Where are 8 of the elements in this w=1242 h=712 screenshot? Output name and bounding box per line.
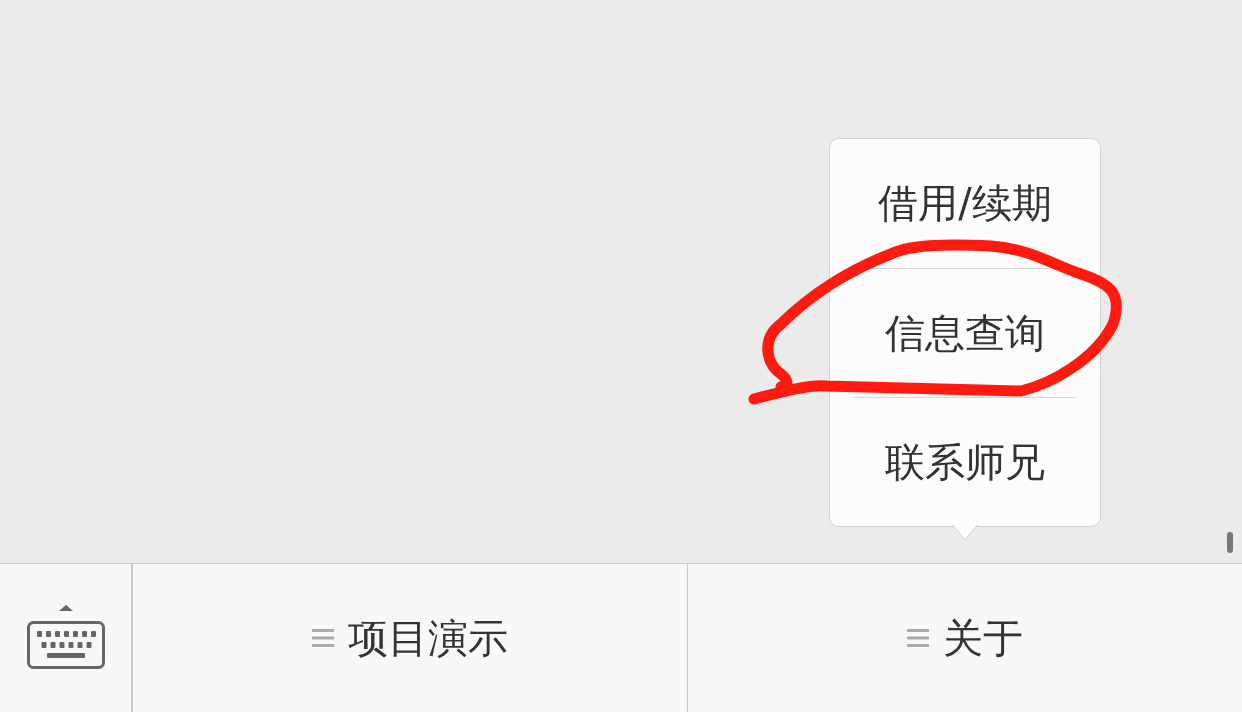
menu-item[interactable]: 借用/续期 xyxy=(854,139,1076,268)
menu-item[interactable]: 信息查询 xyxy=(854,268,1076,397)
scroll-indicator xyxy=(1227,532,1233,553)
menu-icon xyxy=(907,629,929,647)
menu-tab[interactable]: 项目演示 xyxy=(302,604,518,672)
menu-tab[interactable]: 关于 xyxy=(897,604,1033,672)
keyboard-icon xyxy=(26,605,105,671)
menu-icon xyxy=(312,629,334,647)
